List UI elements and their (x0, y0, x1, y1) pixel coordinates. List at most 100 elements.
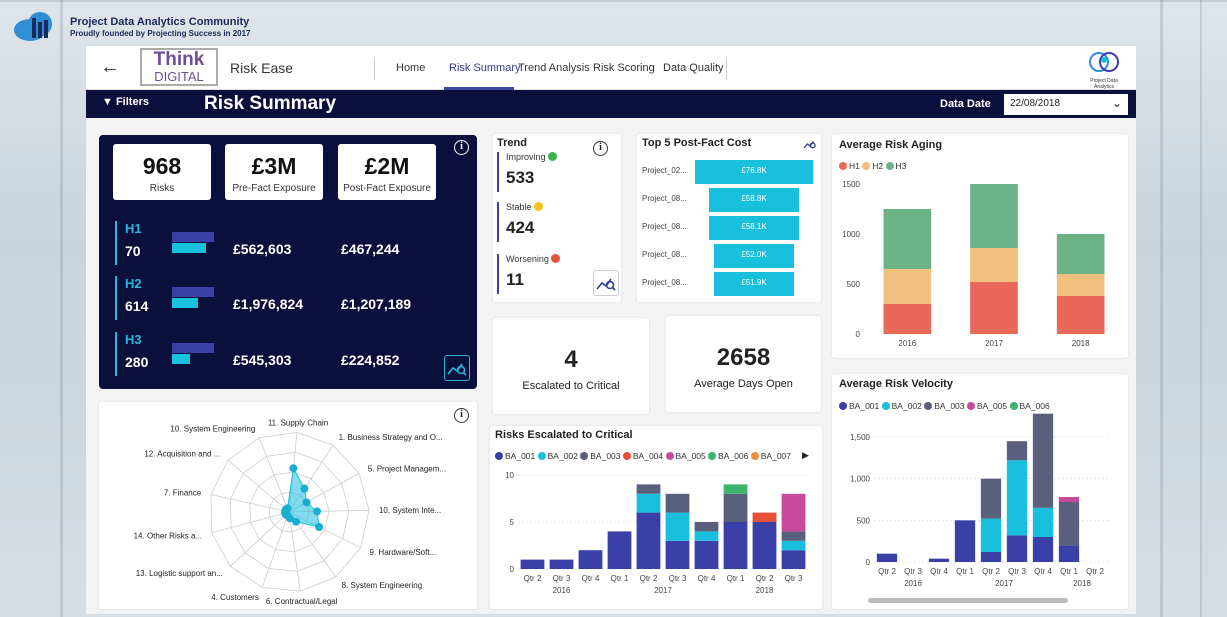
bar-segment (1006, 441, 1028, 461)
down-arrow-icon (551, 254, 561, 263)
radar-point (312, 507, 321, 516)
days-open-label: Average Days Open (694, 378, 793, 390)
org-title: Project Data Analytics Community (70, 15, 250, 28)
top5-row[interactable]: Project_08... £52.0K (642, 244, 818, 268)
x-tick-label: Qtr 2 (1086, 567, 1104, 576)
up-arrow-icon (548, 152, 558, 161)
tab-risk-summary[interactable]: Risk Summary (449, 62, 521, 74)
bar-segment (970, 248, 1018, 282)
bar-segment (694, 540, 719, 569)
radar-point (289, 464, 298, 473)
top5-row[interactable]: Project_02... £76.8K (642, 160, 818, 184)
trend-improving: Improving 533 (497, 152, 559, 192)
escalated-chart: 0 5 10 Qtr 2 Qtr 3 Qtr 4 Qtr 1 Qtr 2 Qtr 3 Qtr 4 Q… (505, 471, 808, 595)
y-tick-label: 500 (847, 280, 861, 289)
horizon-row-h1: H1 70 £562,603 £467,244 (115, 221, 399, 265)
bar-segment (1056, 234, 1105, 274)
bar-segment (781, 550, 806, 569)
y-tick-label: 0 (866, 558, 871, 567)
analyze-icon[interactable] (802, 136, 818, 157)
y-tick-label: 5 (510, 518, 515, 527)
app-name: Risk Ease (230, 60, 294, 76)
radar-point (315, 522, 324, 531)
bar-segment (883, 209, 932, 269)
top5-row[interactable]: Project_08... £51.9K (642, 272, 818, 296)
bar-segment (1058, 497, 1080, 502)
y-tick-label: 0 (510, 565, 515, 574)
escalated-card: 4 Escalated to Critical (493, 318, 649, 414)
info-icon[interactable]: i (454, 140, 469, 155)
tab-home[interactable]: Home (396, 62, 425, 74)
x-tick-label: Qtr 2 (756, 574, 774, 583)
radar-axis-label: 10. System Inte... (379, 506, 441, 515)
bar-segment (636, 493, 661, 513)
filters-button[interactable]: ▼︎ Filters (102, 96, 149, 108)
back-arrow-icon[interactable]: ← (100, 56, 120, 79)
radar-axis-label: 10. System Engineering (170, 425, 255, 434)
radar-axis-label: 5. Project Managem... (368, 465, 446, 474)
horizontal-scrollbar[interactable] (868, 598, 1068, 603)
x-tick-label: Qtr 4 (1034, 567, 1052, 576)
info-icon[interactable]: i (593, 141, 608, 156)
y-tick-label: 1,000 (850, 475, 871, 484)
trend-stable: Stable 424 (497, 202, 545, 242)
analyze-icon[interactable] (444, 355, 470, 381)
trend-title: Trend (497, 137, 527, 149)
x-year-label: 2018 (756, 586, 774, 595)
bar-segment (665, 512, 690, 541)
y-tick-label: 1,500 (850, 433, 871, 442)
top5-project-label: Project_08... (642, 222, 687, 231)
bar-segment (694, 531, 719, 541)
risk-velocity-chart: 0 500 1,000 1,500 Qtr 2 Qtr 3 Qtr 4 Qtr 1 Qtr 2 Q… (850, 413, 1108, 588)
bar-segment (1006, 460, 1028, 536)
kpi-risks: 968 Risks (113, 144, 211, 200)
top5-project-label: Project_02... (642, 166, 687, 175)
bar-segment (752, 522, 777, 569)
top5-bar: £58.1K (709, 216, 799, 240)
x-tick-label: Qtr 3 (669, 574, 687, 583)
bar-segment (1058, 545, 1080, 562)
top5-row[interactable]: Project_08... £58.1K (642, 216, 818, 240)
bar-segment (723, 493, 748, 522)
pre-bar (172, 343, 214, 353)
top-navigation: ← Think DIGITAL Risk Ease Home Risk Summ… (86, 46, 1136, 96)
tab-risk-scoring[interactable]: Risk Scoring (593, 62, 655, 74)
radar-point (302, 498, 311, 507)
x-tick-label: Qtr 3 (904, 567, 922, 576)
chevron-down-icon: ⌄ (1111, 96, 1122, 110)
top5-project-label: Project_08... (642, 250, 687, 259)
pre-bar (172, 287, 214, 297)
tab-trend-analysis[interactable]: Trend Analysis (518, 62, 590, 74)
x-tick-label: Qtr 1 (611, 574, 629, 583)
radar-axis-label: 9. Hardware/Soft... (370, 548, 437, 557)
x-tick-label: Qtr 2 (982, 567, 1000, 576)
x-year-label: 2017 (995, 579, 1013, 588)
bar-segment (1006, 535, 1028, 562)
kpi-panel: 968 Risks £3M Pre-Fact Exposure £2M Post… (99, 135, 477, 389)
bar-segment (876, 553, 898, 562)
post-bar (172, 354, 190, 364)
horizon-row-h2: H2 614 £1,976,824 £1,207,189 (115, 276, 411, 320)
radar-axis-label: 4. Customers (211, 593, 259, 602)
x-tick-label: Qtr 4 (930, 567, 948, 576)
y-tick-label: 0 (856, 330, 861, 339)
x-tick-label: Qtr 1 (956, 567, 974, 576)
top5-row[interactable]: Project_08... £58.8K (642, 188, 818, 212)
x-tick-label: Qtr 3 (785, 574, 803, 583)
post-bar (172, 243, 206, 253)
bar-segment (1058, 502, 1080, 546)
x-tick-label: Qtr 1 (1060, 567, 1078, 576)
days-open-card: 2658 Average Days Open (666, 316, 821, 412)
tab-data-quality[interactable]: Data Quality (663, 62, 724, 74)
radar-axis-label: 14. Other Risks a... (134, 531, 202, 540)
x-tick-label: 2016 (898, 339, 916, 348)
stable-icon (534, 202, 544, 211)
top5-card: Top 5 Post-Fact Cost Project_02... £76.8K… (637, 134, 821, 302)
x-year-label: 2016 (904, 579, 922, 588)
radar-axis-label: 13. Logistic support an... (136, 569, 223, 578)
escalated-chart-card: Risks Escalated to Critical BA_001 BA_00… (490, 426, 822, 609)
date-dropdown[interactable]: 22/08/2018 ⌄ (1004, 94, 1128, 115)
bar-segment (970, 282, 1018, 334)
analyze-icon[interactable] (593, 270, 619, 296)
x-tick-label: Qtr 2 (524, 574, 542, 583)
